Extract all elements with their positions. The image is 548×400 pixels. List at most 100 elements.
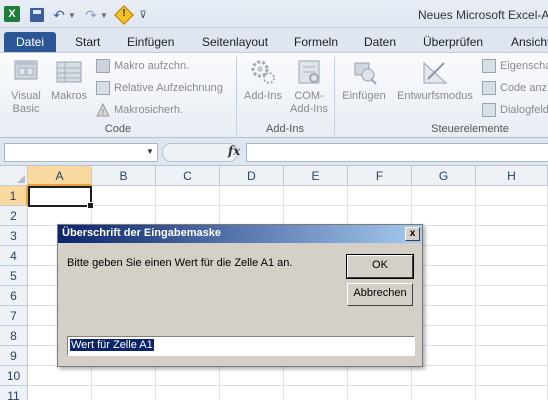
- grid-cell[interactable]: [348, 186, 412, 206]
- row-header-5[interactable]: 5: [0, 266, 28, 286]
- grid-cell[interactable]: [476, 286, 548, 306]
- tab-ansicht[interactable]: Ansicht: [511, 32, 548, 52]
- run-dialog-icon: [482, 103, 496, 117]
- grid-cell[interactable]: [412, 366, 476, 386]
- grid-cell[interactable]: [348, 206, 412, 226]
- grid-cell[interactable]: [412, 206, 476, 226]
- makro-aufzeichnen-button[interactable]: Makro aufzchn.: [96, 57, 189, 75]
- ok-button[interactable]: OK: [346, 254, 414, 279]
- row-header-11[interactable]: 11: [0, 386, 28, 400]
- column-header-h[interactable]: H: [476, 166, 548, 186]
- row-header-6[interactable]: 6: [0, 286, 28, 306]
- insert-function-button[interactable]: fx: [228, 144, 240, 158]
- grid-cell[interactable]: [476, 226, 548, 246]
- row-header-9[interactable]: 9: [0, 346, 28, 366]
- grid-cell[interactable]: [284, 186, 348, 206]
- column-header-c[interactable]: C: [156, 166, 220, 186]
- select-all-corner[interactable]: [0, 166, 28, 186]
- active-cell-a1[interactable]: [28, 186, 94, 209]
- tab-ueberpruefen[interactable]: Überprüfen: [423, 32, 483, 52]
- grid-cell[interactable]: [284, 386, 348, 400]
- grid-cell[interactable]: [156, 366, 220, 386]
- eigenschaften-button[interactable]: Eigenscha: [482, 57, 548, 75]
- redo-icon[interactable]: ↷: [84, 6, 98, 24]
- grid-cell[interactable]: [476, 186, 548, 206]
- grid-cell[interactable]: [476, 306, 548, 326]
- grid-cell[interactable]: [28, 206, 92, 226]
- relative-aufzeichnung-button[interactable]: Relative Aufzeichnung: [96, 79, 223, 97]
- code-anzeigen-button[interactable]: Code anz: [482, 79, 547, 97]
- row-header-4[interactable]: 4: [0, 246, 28, 266]
- row-header-2[interactable]: 2: [0, 206, 28, 226]
- controls-insert-button[interactable]: Einfügen: [338, 57, 390, 103]
- grid-cell[interactable]: [156, 206, 220, 226]
- grid-cell[interactable]: [476, 246, 548, 266]
- grid-cell[interactable]: [28, 366, 92, 386]
- grid-cell[interactable]: [284, 206, 348, 226]
- row-header-10[interactable]: 10: [0, 366, 28, 386]
- makros-button[interactable]: Makros: [48, 57, 90, 103]
- row-header-1[interactable]: 1: [0, 186, 28, 206]
- close-icon[interactable]: x: [405, 227, 420, 241]
- formula-bar: ▼ fx: [0, 138, 548, 166]
- undo-dropdown-icon[interactable]: ▼: [68, 6, 76, 24]
- redo-dropdown-icon[interactable]: ▼: [100, 6, 108, 24]
- grid-cell[interactable]: [476, 266, 548, 286]
- grid-cell[interactable]: [92, 206, 156, 226]
- grid-cell[interactable]: [92, 386, 156, 400]
- grid-cell[interactable]: [476, 386, 548, 400]
- grid-cell[interactable]: [92, 186, 156, 206]
- com-add-ins-button[interactable]: COM- Add-Ins: [286, 57, 332, 116]
- row-header-8[interactable]: 8: [0, 326, 28, 346]
- entwurfsmodus-button[interactable]: Entwurfsmodus: [392, 57, 478, 103]
- name-box-dropdown-icon[interactable]: ▼: [146, 147, 154, 156]
- column-header-d[interactable]: D: [220, 166, 284, 186]
- grid-cell[interactable]: [220, 186, 284, 206]
- tab-daten[interactable]: Daten: [364, 32, 396, 52]
- grid-cell[interactable]: [476, 346, 548, 366]
- customize-qat-icon[interactable]: ⊽: [138, 6, 148, 24]
- row-header-7[interactable]: 7: [0, 306, 28, 326]
- tab-formeln[interactable]: Formeln: [294, 32, 338, 52]
- tab-seitenlayout[interactable]: Seitenlayout: [202, 32, 268, 52]
- grid-cell[interactable]: [156, 386, 220, 400]
- column-header-e[interactable]: E: [284, 166, 348, 186]
- makrosicherheit-button[interactable]: ! Makrosicherh.: [96, 101, 183, 119]
- column-header-g[interactable]: G: [412, 166, 476, 186]
- grid-cell[interactable]: [412, 386, 476, 400]
- cancel-button[interactable]: Abbrechen: [347, 283, 413, 306]
- grid-cell[interactable]: [348, 366, 412, 386]
- add-ins-button[interactable]: Add-Ins: [240, 57, 286, 103]
- formula-input[interactable]: [246, 143, 548, 162]
- excel-app-icon[interactable]: X: [4, 6, 20, 22]
- dialog-title-bar[interactable]: Überschrift der Eingabemaske x: [58, 225, 422, 243]
- tab-start[interactable]: Start: [75, 32, 100, 52]
- grid-cell[interactable]: [348, 386, 412, 400]
- warning-icon[interactable]: [116, 7, 132, 23]
- dialogfeld-button[interactable]: Dialogfeld: [482, 101, 548, 119]
- grid-cell[interactable]: [476, 206, 548, 226]
- grid-cell[interactable]: [476, 366, 548, 386]
- tab-datei[interactable]: Datei: [4, 32, 56, 52]
- grid-cell[interactable]: [92, 366, 156, 386]
- tab-einfuegen[interactable]: Einfügen: [127, 32, 174, 52]
- grid-cell[interactable]: [284, 366, 348, 386]
- column-header-f[interactable]: F: [348, 166, 412, 186]
- undo-icon[interactable]: ↶: [52, 6, 66, 24]
- grid-cell[interactable]: [220, 386, 284, 400]
- grid-cell[interactable]: [220, 366, 284, 386]
- grid-cell[interactable]: [412, 186, 476, 206]
- grid-cell[interactable]: [156, 186, 220, 206]
- row-header-3[interactable]: 3: [0, 226, 28, 246]
- grid-cell[interactable]: [476, 326, 548, 346]
- value-input[interactable]: Wert für Zelle A1: [67, 336, 415, 356]
- makro-aufzeichnen-label: Makro aufzchn.: [114, 60, 190, 72]
- visual-basic-button[interactable]: Visual Basic: [6, 57, 46, 116]
- save-icon[interactable]: [30, 8, 44, 22]
- ribbon-developer: Visual Basic Makros Makro aufzchn. Relat…: [0, 52, 548, 138]
- column-header-b[interactable]: B: [92, 166, 156, 186]
- name-box[interactable]: [4, 143, 158, 162]
- grid-cell[interactable]: [220, 206, 284, 226]
- grid-cell[interactable]: [28, 386, 92, 400]
- column-header-a[interactable]: A: [28, 166, 92, 186]
